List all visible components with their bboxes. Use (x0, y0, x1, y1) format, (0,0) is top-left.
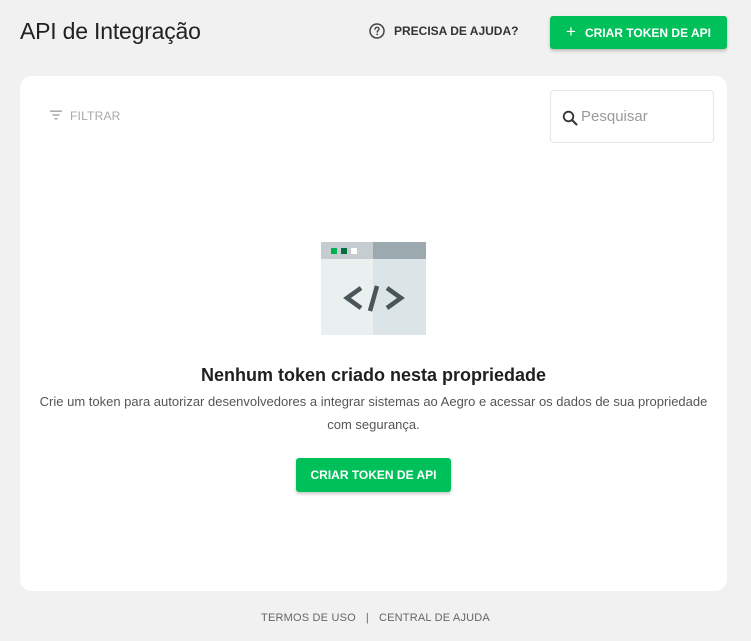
create-token-button-label: CRIAR TOKEN DE API (310, 468, 437, 482)
search-box[interactable] (550, 90, 714, 143)
create-token-header-label: CRIAR TOKEN DE API (584, 25, 711, 40)
terms-link[interactable]: TERMOS DE USO (261, 612, 356, 624)
code-window-illustration (321, 242, 426, 335)
plus-icon: + (566, 22, 576, 41)
search-input[interactable] (581, 108, 701, 125)
footer: TERMOS DE USO | CENTRAL DE AJUDA (0, 612, 751, 624)
help-link-label: PRECISA DE AJUDA? (394, 24, 519, 38)
help-center-link[interactable]: CENTRAL DE AJUDA (379, 612, 490, 624)
create-token-header-button[interactable]: + CRIAR TOKEN DE API (550, 16, 727, 49)
create-token-button[interactable]: CRIAR TOKEN DE API (296, 458, 451, 492)
footer-separator: | (365, 612, 369, 624)
filter-label: FILTRAR (70, 109, 121, 123)
filter-lines-icon (50, 109, 62, 123)
empty-state-description: Crie um token para autorizar desenvolved… (39, 394, 708, 432)
page-title: API de Integração (20, 18, 201, 44)
help-link[interactable]: PRECISA DE AJUDA? (369, 23, 518, 39)
search-icon (562, 110, 578, 126)
empty-state-title: Nenhum token criado nesta propriedade (200, 365, 547, 385)
tokens-card: FILTRAR Nenhum token criado nesta propri… (20, 76, 727, 591)
question-circle-icon (369, 23, 385, 39)
filter-button[interactable]: FILTRAR (50, 109, 121, 123)
